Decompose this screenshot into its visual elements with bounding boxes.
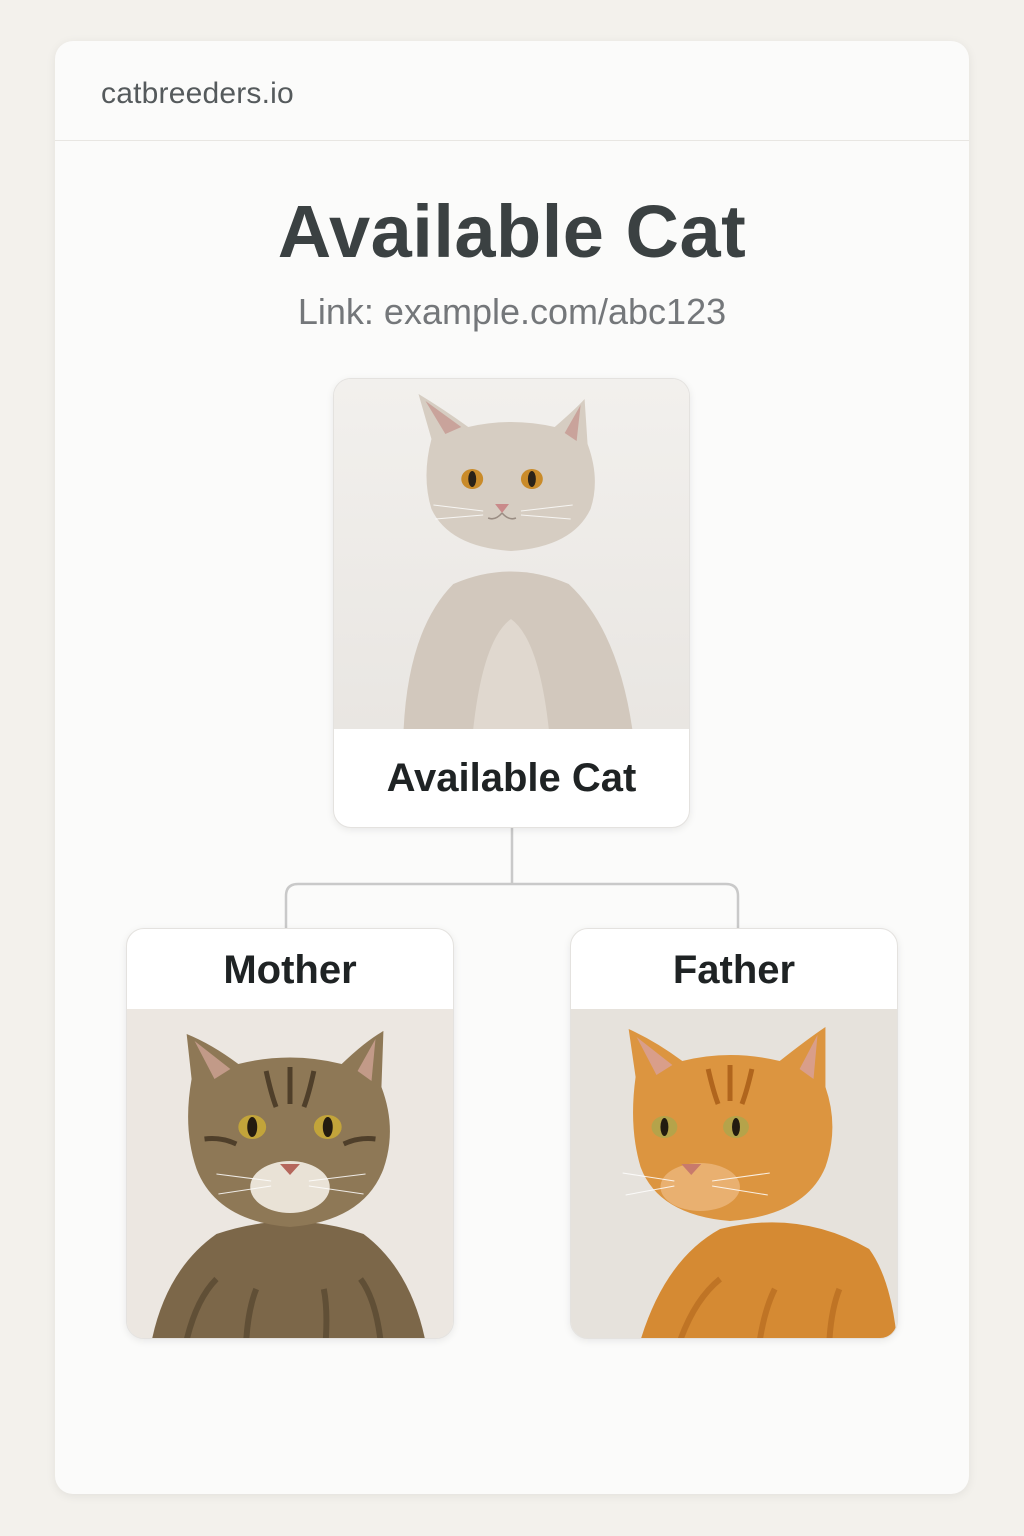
site-header: catbreeders.io <box>55 41 969 141</box>
cat-photo-cream-icon <box>334 379 689 729</box>
father-photo <box>571 1009 897 1338</box>
available-cat-label: Available Cat <box>386 756 637 800</box>
site-name[interactable]: catbreeders.io <box>101 77 294 111</box>
mother-photo <box>127 1009 453 1338</box>
father-card[interactable]: Father <box>570 928 898 1339</box>
cat-photo-orange-icon <box>571 1009 897 1338</box>
page-card: catbreeders.io Available Cat Link: examp… <box>55 41 969 1494</box>
father-label: Father <box>672 948 796 992</box>
page-title: Available Cat <box>277 190 747 273</box>
cat-photo-tabby-icon <box>127 1009 453 1338</box>
available-cat-photo <box>334 379 689 729</box>
mother-label: Mother <box>223 948 357 992</box>
available-cat-card[interactable]: Available Cat <box>333 378 690 828</box>
share-link[interactable]: Link: example.com/abc123 <box>55 291 969 333</box>
mother-card[interactable]: Mother <box>126 928 454 1339</box>
